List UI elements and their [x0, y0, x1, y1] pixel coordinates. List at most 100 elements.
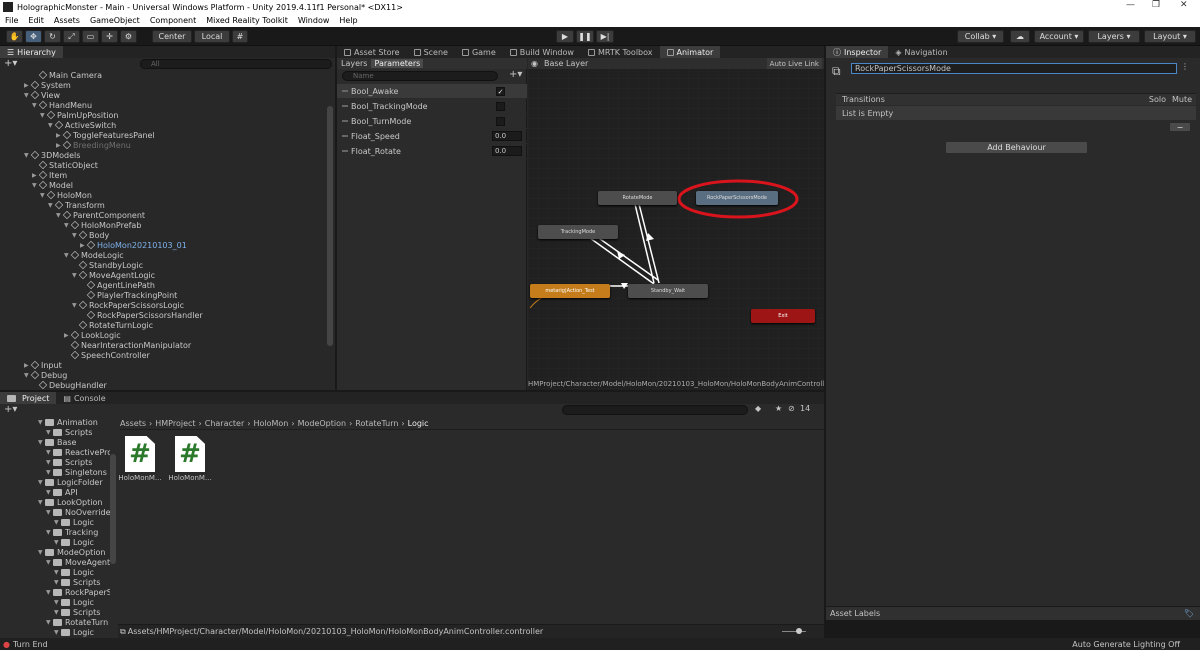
hierarchy-item[interactable]: NearInteractionManipulator	[64, 340, 191, 350]
hierarchy-item[interactable]: ▼ View	[24, 90, 60, 100]
menu-file[interactable]: File	[0, 16, 23, 25]
menu-component[interactable]: Component	[145, 16, 201, 25]
cloud-icon[interactable]: ☁	[1010, 30, 1030, 43]
expand-arrow-icon[interactable]: ▼	[54, 609, 61, 616]
parameter-row[interactable]: Float_Rotate 0.0	[337, 144, 527, 159]
tab-scene[interactable]: Scene	[407, 46, 455, 58]
hierarchy-item[interactable]: ▼ Model	[32, 180, 73, 190]
hierarchy-item[interactable]: ▶ LookLogic	[64, 330, 121, 340]
pivot-center-toggle[interactable]: Center	[152, 30, 192, 43]
drag-handle-icon[interactable]	[342, 150, 348, 152]
expand-arrow-icon[interactable]: ▼	[46, 509, 53, 516]
hierarchy-item[interactable]: DebugHandler	[32, 380, 107, 390]
breadcrumb-item[interactable]: ModeOption	[298, 419, 347, 428]
hierarchy-item[interactable]: ▶ System	[24, 80, 71, 90]
hierarchy-item[interactable]: ▼ ModeLogic	[64, 250, 124, 260]
folder-item[interactable]: ▼ Base	[38, 437, 76, 447]
hierarchy-item[interactable]: ▶ BreedingMenu	[56, 140, 131, 150]
hierarchy-item[interactable]: RotateTurnLogic	[72, 320, 153, 330]
folder-item[interactable]: ▼ Logic	[54, 597, 94, 607]
folder-item[interactable]: ▼ Logic	[54, 567, 94, 577]
hierarchy-item[interactable]: StaticObject	[32, 160, 98, 170]
tab-hierarchy[interactable]: ☰ Hierarchy	[0, 46, 63, 58]
menu-assets[interactable]: Assets	[49, 16, 85, 25]
folder-item[interactable]: ▼ Scripts	[54, 607, 100, 617]
tab-build-window[interactable]: Build Window	[503, 46, 581, 58]
hierarchy-item[interactable]: RockPaperScissorsHandler	[80, 310, 203, 320]
icon-size-slider-thumb[interactable]	[796, 628, 802, 634]
parameter-row[interactable]: Bool_TrackingMode	[337, 99, 527, 114]
folder-item[interactable]: ▼ Logic	[54, 517, 94, 527]
scale-tool-icon[interactable]: ⤢	[63, 30, 80, 43]
expand-arrow-icon[interactable]: ▼	[46, 459, 53, 466]
hierarchy-item[interactable]: ▼ ActiveSwitch	[48, 120, 116, 130]
move-tool-icon[interactable]: ✥	[25, 30, 42, 43]
hierarchy-item[interactable]: ▼ ParentComponent	[56, 210, 145, 220]
label-tag-icon[interactable]: 🏷	[1184, 609, 1194, 618]
expand-arrow-icon[interactable]: ▼	[54, 519, 61, 526]
filter-type-icon[interactable]: ◆	[755, 404, 761, 413]
expand-arrow-icon[interactable]: ▼	[54, 629, 61, 636]
hierarchy-item[interactable]: ▶ Input	[24, 360, 62, 370]
menu-edit[interactable]: Edit	[23, 16, 49, 25]
state-rotate-mode[interactable]: RotateMode	[598, 191, 677, 205]
project-create-icon[interactable]: +▾	[4, 404, 17, 415]
parameter-checkbox[interactable]	[496, 117, 505, 126]
breadcrumb-item[interactable]: Logic	[408, 419, 429, 428]
hierarchy-item[interactable]: ▼ 3DModels	[24, 150, 80, 160]
folder-item[interactable]: ▼ Logic	[54, 537, 94, 547]
hierarchy-item[interactable]: StandbyLogic	[72, 260, 143, 270]
add-parameter-icon[interactable]: +▾	[509, 69, 522, 80]
hierarchy-item[interactable]: Main Camera	[32, 70, 102, 80]
pivot-local-toggle[interactable]: Local	[194, 30, 230, 43]
state-rock-paper-scissors-mode[interactable]: RockPaperScissorsMode	[696, 191, 778, 205]
state-graph[interactable]: ◉ Base Layer Auto Live Link RotateMode R…	[528, 58, 824, 390]
hierarchy-item[interactable]: ▼ Transform	[48, 200, 105, 210]
tab-project[interactable]: Project	[0, 392, 57, 404]
favorite-star-icon[interactable]: ★	[775, 404, 782, 413]
close-icon[interactable]: ✕	[1180, 0, 1188, 10]
subtab-layers[interactable]: Layers	[337, 59, 371, 68]
folder-item[interactable]: ▼ ReactivePro	[46, 447, 110, 457]
hierarchy-item[interactable]: ▼ HoloMonPrefab	[64, 220, 141, 230]
maximize-icon[interactable]: ❐	[1152, 0, 1160, 10]
hierarchy-item[interactable]: ▼ HandMenu	[32, 100, 92, 110]
expand-arrow-icon[interactable]: ▼	[38, 549, 45, 556]
folder-item[interactable]: ▼ ModeOption	[38, 547, 106, 557]
expand-arrow-icon[interactable]: ▼	[46, 429, 53, 436]
more-options-icon[interactable]: ⋮	[1181, 62, 1189, 71]
custom-tool-icon[interactable]: ⚙	[120, 30, 137, 43]
hierarchy-item[interactable]: ▼ RockPaperScissorsLogic	[72, 300, 184, 310]
folder-item[interactable]: ▼ Logic	[54, 627, 94, 637]
hierarchy-item[interactable]: ▶ HoloMon20210103_01	[80, 240, 187, 250]
menu-help[interactable]: Help	[334, 16, 362, 25]
rotate-tool-icon[interactable]: ↻	[44, 30, 61, 43]
hand-tool-icon[interactable]: ✋	[6, 30, 23, 43]
expand-arrow-icon[interactable]: ▼	[54, 539, 61, 546]
breadcrumb-item[interactable]: HMProject	[155, 419, 195, 428]
hierarchy-item[interactable]: AgentLinePath	[80, 280, 155, 290]
folder-item[interactable]: ▼ NoOverride	[46, 507, 110, 517]
tab-inspector[interactable]: ⓘ Inspector	[826, 46, 889, 58]
script-asset[interactable]: # HoloMonM...	[168, 436, 212, 482]
expand-arrow-icon[interactable]: ▼	[46, 589, 53, 596]
expand-arrow-icon[interactable]: ▼	[46, 469, 53, 476]
folder-item[interactable]: ▼ LookOption	[38, 497, 102, 507]
status-message[interactable]: Turn End	[13, 640, 48, 649]
parameter-row[interactable]: Float_Speed 0.0	[337, 129, 527, 144]
create-plus-icon[interactable]: +▾	[4, 58, 17, 69]
folder-item[interactable]: ▼ Tracking	[46, 527, 98, 537]
remove-transition-button[interactable]: −	[1169, 122, 1191, 132]
folder-item[interactable]: ▼ API	[46, 487, 78, 497]
folder-item[interactable]: ▼ Scripts	[54, 577, 100, 587]
expand-arrow-icon[interactable]: ▼	[46, 529, 53, 536]
hierarchy-item[interactable]: ▶ Item	[32, 170, 67, 180]
drag-handle-icon[interactable]	[342, 135, 348, 137]
tab-mrtk-toolbox[interactable]: MRTK Toolbox	[581, 46, 660, 58]
step-button[interactable]: ▶|	[596, 30, 614, 43]
expand-arrow-icon[interactable]: ▼	[54, 569, 61, 576]
expand-arrow-icon[interactable]: ▼	[38, 439, 45, 446]
parameter-row[interactable]: Bool_TurnMode	[337, 114, 527, 129]
folder-item[interactable]: ▼ MoveAgent	[46, 557, 110, 567]
account-dropdown[interactable]: Account ▾	[1034, 30, 1084, 43]
